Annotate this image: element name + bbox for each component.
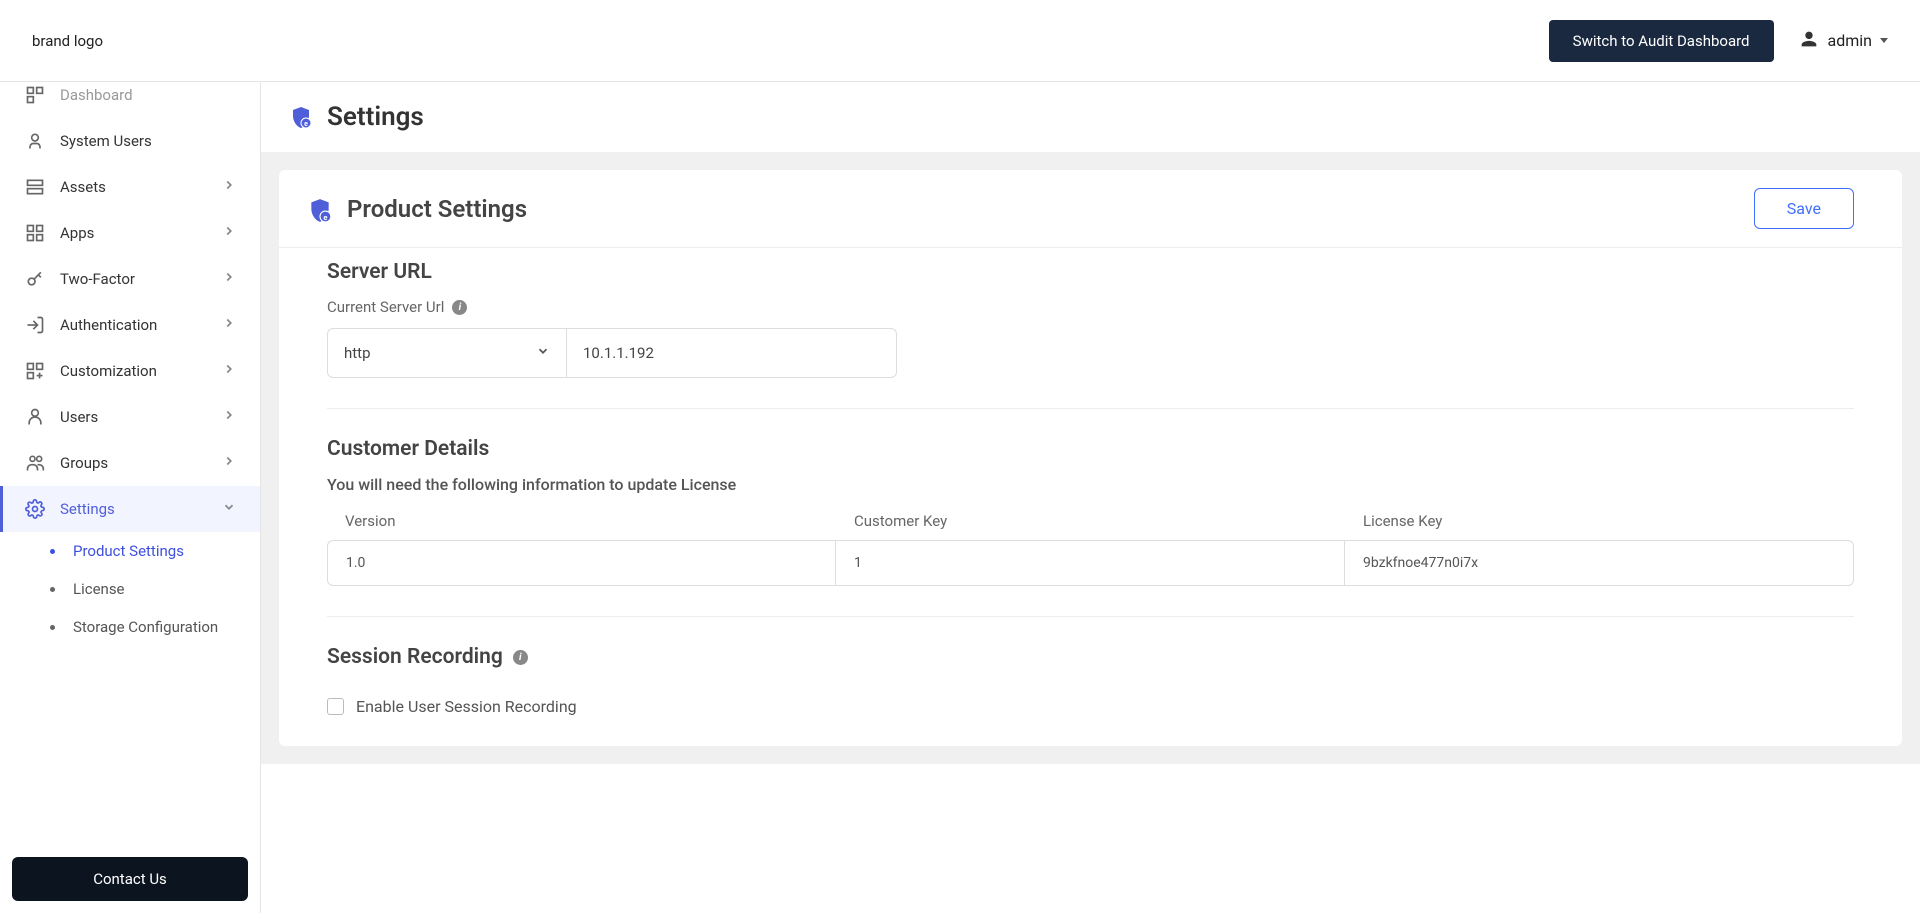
card-title: Product Settings	[347, 195, 527, 223]
sidebar: Dashboard System Users Assets	[0, 82, 261, 913]
sidebar-item-dashboard[interactable]: Dashboard	[0, 82, 260, 118]
nav-label: Two-Factor	[60, 270, 222, 288]
groups-icon	[24, 452, 46, 474]
version-value: 1.0	[327, 540, 836, 586]
login-icon	[24, 314, 46, 336]
license-key-header: License Key	[1345, 512, 1854, 540]
shield-icon: e	[307, 197, 331, 221]
server-host-input[interactable]	[567, 328, 897, 378]
svg-text:e: e	[304, 120, 308, 128]
submenu-product-settings[interactable]: Product Settings	[0, 532, 260, 570]
chevron-right-icon	[222, 362, 236, 380]
session-title-text: Session Recording	[327, 645, 503, 669]
brand-logo: brand logo	[32, 32, 103, 50]
server-url-label: Current Server Url i	[327, 298, 1854, 316]
sidebar-item-system-users[interactable]: System Users	[0, 118, 260, 164]
protocol-value: http	[344, 344, 371, 362]
page-title: Settings	[327, 102, 424, 132]
submenu-label: Product Settings	[73, 542, 184, 560]
dashboard-icon	[24, 84, 46, 106]
settings-card: e Product Settings Save Server URL Curre…	[279, 170, 1902, 746]
protocol-select[interactable]: http	[327, 328, 567, 378]
customer-details-table: Version 1.0 Customer Key 1 License Key 9…	[327, 512, 1854, 586]
main-content: e Settings e Product Settings Save Serve…	[261, 82, 1920, 913]
sidebar-item-customization[interactable]: Customization	[0, 348, 260, 394]
customer-key-value: 1	[836, 540, 1345, 586]
submenu-label: Storage Configuration	[73, 618, 218, 636]
sidebar-nav: Dashboard System Users Assets	[0, 82, 260, 845]
key-icon	[24, 268, 46, 290]
submenu-label: License	[73, 580, 125, 598]
url-input-group: http	[327, 328, 1854, 378]
card-header: e Product Settings Save	[279, 170, 1902, 248]
user-icon	[1798, 28, 1820, 54]
nav-label: Apps	[60, 224, 222, 242]
version-column: Version 1.0	[327, 512, 836, 586]
assets-icon	[24, 176, 46, 198]
content-area: e Product Settings Save Server URL Curre…	[261, 152, 1920, 764]
sidebar-item-groups[interactable]: Groups	[0, 440, 260, 486]
save-button[interactable]: Save	[1754, 188, 1854, 229]
nav-label: Dashboard	[60, 86, 236, 104]
caret-down-icon	[1880, 38, 1888, 43]
enable-session-label: Enable User Session Recording	[356, 697, 577, 716]
info-icon[interactable]: i	[452, 300, 467, 315]
nav-label: System Users	[60, 132, 236, 150]
divider	[327, 408, 1854, 409]
shield-icon: e	[289, 105, 313, 129]
customize-icon	[24, 360, 46, 382]
enable-session-checkbox[interactable]	[327, 698, 344, 715]
card-header-left: e Product Settings	[307, 195, 527, 223]
page-header: e Settings	[261, 82, 1920, 152]
sidebar-item-settings[interactable]: Settings	[0, 486, 260, 532]
license-key-column: License Key 9bzkfnoe477n0i7x	[1345, 512, 1854, 586]
nav-label: Users	[60, 408, 222, 426]
sidebar-item-two-factor[interactable]: Two-Factor	[0, 256, 260, 302]
chevron-down-icon	[536, 344, 550, 362]
customer-details-title: Customer Details	[327, 437, 1854, 461]
nav-label: Settings	[60, 500, 222, 518]
chevron-right-icon	[222, 316, 236, 334]
customer-key-column: Customer Key 1	[836, 512, 1345, 586]
chevron-right-icon	[222, 270, 236, 288]
label-text: Current Server Url	[327, 298, 444, 316]
nav-label: Customization	[60, 362, 222, 380]
divider	[327, 616, 1854, 617]
user-icon	[24, 406, 46, 428]
enable-session-row: Enable User Session Recording	[327, 697, 1854, 716]
chevron-down-icon	[222, 500, 236, 518]
nav-label: Groups	[60, 454, 222, 472]
customer-key-header: Customer Key	[836, 512, 1345, 540]
header-actions: Switch to Audit Dashboard admin	[1549, 20, 1888, 62]
chevron-right-icon	[222, 224, 236, 242]
nav-label: Authentication	[60, 316, 222, 334]
submenu-license[interactable]: License	[0, 570, 260, 608]
user-menu[interactable]: admin	[1798, 28, 1888, 54]
chevron-right-icon	[222, 454, 236, 472]
sidebar-item-authentication[interactable]: Authentication	[0, 302, 260, 348]
customer-details-subtext: You will need the following information …	[327, 475, 1854, 494]
info-icon[interactable]: i	[513, 650, 528, 665]
license-key-value: 9bzkfnoe477n0i7x	[1345, 540, 1854, 586]
gear-icon	[24, 498, 46, 520]
session-recording-title: Session Recording i	[327, 645, 1854, 669]
submenu-storage-configuration[interactable]: Storage Configuration	[0, 608, 260, 646]
contact-us-button[interactable]: Contact Us	[12, 857, 248, 901]
settings-submenu: Product Settings License Storage Configu…	[0, 532, 260, 646]
card-body: Server URL Current Server Url i http	[279, 248, 1902, 746]
chevron-right-icon	[222, 408, 236, 426]
svg-text:e: e	[323, 212, 327, 221]
nav-label: Assets	[60, 178, 222, 196]
chevron-right-icon	[222, 178, 236, 196]
sidebar-item-apps[interactable]: Apps	[0, 210, 260, 256]
version-header: Version	[327, 512, 836, 540]
sidebar-item-assets[interactable]: Assets	[0, 164, 260, 210]
username-label: admin	[1828, 31, 1872, 50]
switch-dashboard-button[interactable]: Switch to Audit Dashboard	[1549, 20, 1774, 62]
header: brand logo Switch to Audit Dashboard adm…	[0, 0, 1920, 82]
system-users-icon	[24, 130, 46, 152]
sidebar-item-users[interactable]: Users	[0, 394, 260, 440]
apps-icon	[24, 222, 46, 244]
server-url-title: Server URL	[327, 260, 1854, 284]
